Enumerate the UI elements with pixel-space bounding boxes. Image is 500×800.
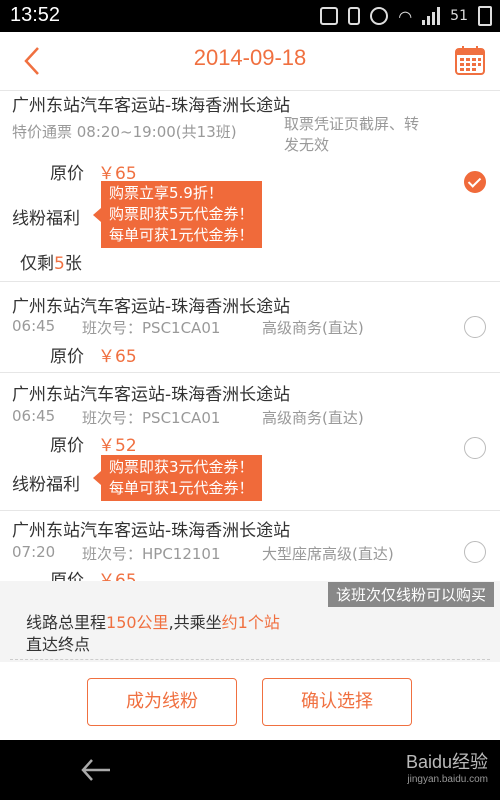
system-back-icon[interactable] bbox=[80, 756, 112, 784]
ride-value: 约1个站 bbox=[221, 613, 280, 632]
app-header: 2014-09-18 bbox=[0, 32, 500, 91]
promo-line: 购票即获5元代金券！ bbox=[109, 205, 254, 223]
bus-number: 班次号：PSC1CA01 bbox=[82, 409, 221, 427]
vibrate-icon bbox=[348, 7, 361, 25]
status-bar: 13:52 ◠ 51 bbox=[0, 0, 500, 32]
ticket-item[interactable]: 广州东站汽车客运站-珠海香洲长途站 特价通票 08:20~19:00(共13班)… bbox=[0, 91, 500, 281]
remaining-count: 仅剩5张 bbox=[20, 249, 82, 274]
battery-icon bbox=[478, 6, 492, 26]
status-icons: ◠ 51 bbox=[320, 6, 492, 26]
price-value: ￥52 bbox=[98, 436, 137, 456]
become-fan-button[interactable]: 成为线粉 bbox=[87, 678, 237, 726]
select-radio[interactable] bbox=[464, 171, 486, 193]
watermark-sub: jingyan.baidu.com bbox=[407, 774, 488, 785]
watermark-main: Baidu经验 bbox=[405, 752, 488, 772]
price-label: 原价 bbox=[50, 436, 84, 456]
fan-only-notice: 该班次仅线粉可以购买 bbox=[327, 582, 494, 607]
select-radio[interactable] bbox=[464, 437, 486, 459]
price-value: ￥65 bbox=[98, 347, 137, 367]
remaining-suffix: 张 bbox=[64, 254, 82, 274]
wifi-icon: ◠ bbox=[398, 6, 413, 26]
remaining-number: 5 bbox=[54, 254, 65, 274]
remaining-prefix: 仅剩 bbox=[20, 254, 54, 274]
ticket-meta: 特价通票 08:20~19:00(共13班) bbox=[12, 123, 237, 141]
ticket-note: 取票凭证页截屏、转 bbox=[284, 115, 420, 133]
price-label: 原价 bbox=[50, 347, 84, 367]
alarm-icon bbox=[370, 7, 389, 25]
dashed-divider bbox=[10, 659, 490, 660]
system-nav-bar: Baidu经验 jingyan.baidu.com bbox=[0, 740, 500, 800]
bus-number: 班次号：PSC1CA01 bbox=[82, 319, 221, 337]
page-title: 2014-09-18 bbox=[193, 45, 307, 70]
battery-level: 51 bbox=[450, 8, 468, 24]
status-time: 13:52 bbox=[10, 4, 61, 26]
departure-time: 07:20 bbox=[12, 543, 56, 561]
baidu-watermark: Baidu经验 jingyan.baidu.com bbox=[406, 748, 488, 785]
price-value: ￥65 bbox=[98, 571, 137, 581]
promo-line: 购票即获3元代金券！ bbox=[109, 458, 254, 476]
bus-number: 班次号：HPC12101 bbox=[82, 545, 221, 563]
fan-benefit-label: 线粉福利 bbox=[12, 475, 80, 495]
departure-time: 06:45 bbox=[12, 407, 56, 425]
calendar-icon[interactable] bbox=[454, 44, 486, 76]
bus-type: 高级商务(直达) bbox=[262, 319, 364, 337]
ticket-list: 广州东站汽车客运站-珠海香洲长途站 特价通票 08:20~19:00(共13班)… bbox=[0, 91, 500, 581]
promo-bubble: 购票立享5.9折！ 购票即获5元代金券！ 每单可获1元代金券！ bbox=[93, 181, 262, 248]
mileage-prefix: 线路总里程 bbox=[26, 613, 107, 632]
select-radio[interactable] bbox=[464, 541, 486, 563]
departure-time: 06:45 bbox=[12, 317, 56, 335]
promo-line: 每单可获1元代金券！ bbox=[109, 479, 254, 497]
ticket-item[interactable]: 广州东站汽车客运站-珠海香洲长途站 06:45 班次号：PSC1CA01 高级商… bbox=[0, 373, 500, 503]
bus-type: 高级商务(直达) bbox=[262, 409, 364, 427]
promo-line: 每单可获1元代金券！ bbox=[109, 226, 254, 244]
confirm-selection-button[interactable]: 确认选择 bbox=[262, 678, 412, 726]
ticket-item[interactable]: 广州东站汽车客运站-珠海香洲长途站 06:45 班次号：PSC1CA01 高级商… bbox=[0, 282, 500, 372]
fan-benefit-label: 线粉福利 bbox=[12, 209, 80, 229]
bus-type: 大型座席高级(直达) bbox=[262, 545, 394, 563]
ticket-note-2: 发无效 bbox=[284, 136, 330, 154]
promo-bubble: 购票即获3元代金券！ 每单可获1元代金券！ bbox=[93, 455, 262, 501]
ride-prefix: ,共乘坐 bbox=[168, 613, 222, 632]
mileage-value: 150公里 bbox=[106, 613, 169, 632]
signal-icon bbox=[422, 7, 441, 25]
destination-info: 直达终点 bbox=[26, 635, 91, 654]
price-label: 原价 bbox=[50, 571, 84, 581]
promo-line: 购票立享5.9折！ bbox=[109, 184, 223, 202]
mileage-info: 线路总里程150公里,共乘坐约1个站 bbox=[26, 609, 280, 633]
route-name: 广州东站汽车客运站-珠海香洲长途站 bbox=[12, 297, 291, 317]
select-radio[interactable] bbox=[464, 316, 486, 338]
route-name: 广州东站汽车客运站-珠海香洲长途站 bbox=[12, 96, 291, 116]
action-bar: 成为线粉 确认选择 bbox=[0, 662, 500, 740]
image-icon bbox=[320, 7, 339, 25]
ticket-item[interactable]: 广州东站汽车客运站-珠海香洲长途站 07:20 班次号：HPC12101 大型座… bbox=[0, 511, 500, 581]
route-name: 广州东站汽车客运站-珠海香洲长途站 bbox=[12, 521, 291, 541]
route-name: 广州东站汽车客运站-珠海香洲长途站 bbox=[12, 385, 291, 405]
price-label: 原价 bbox=[50, 164, 84, 184]
